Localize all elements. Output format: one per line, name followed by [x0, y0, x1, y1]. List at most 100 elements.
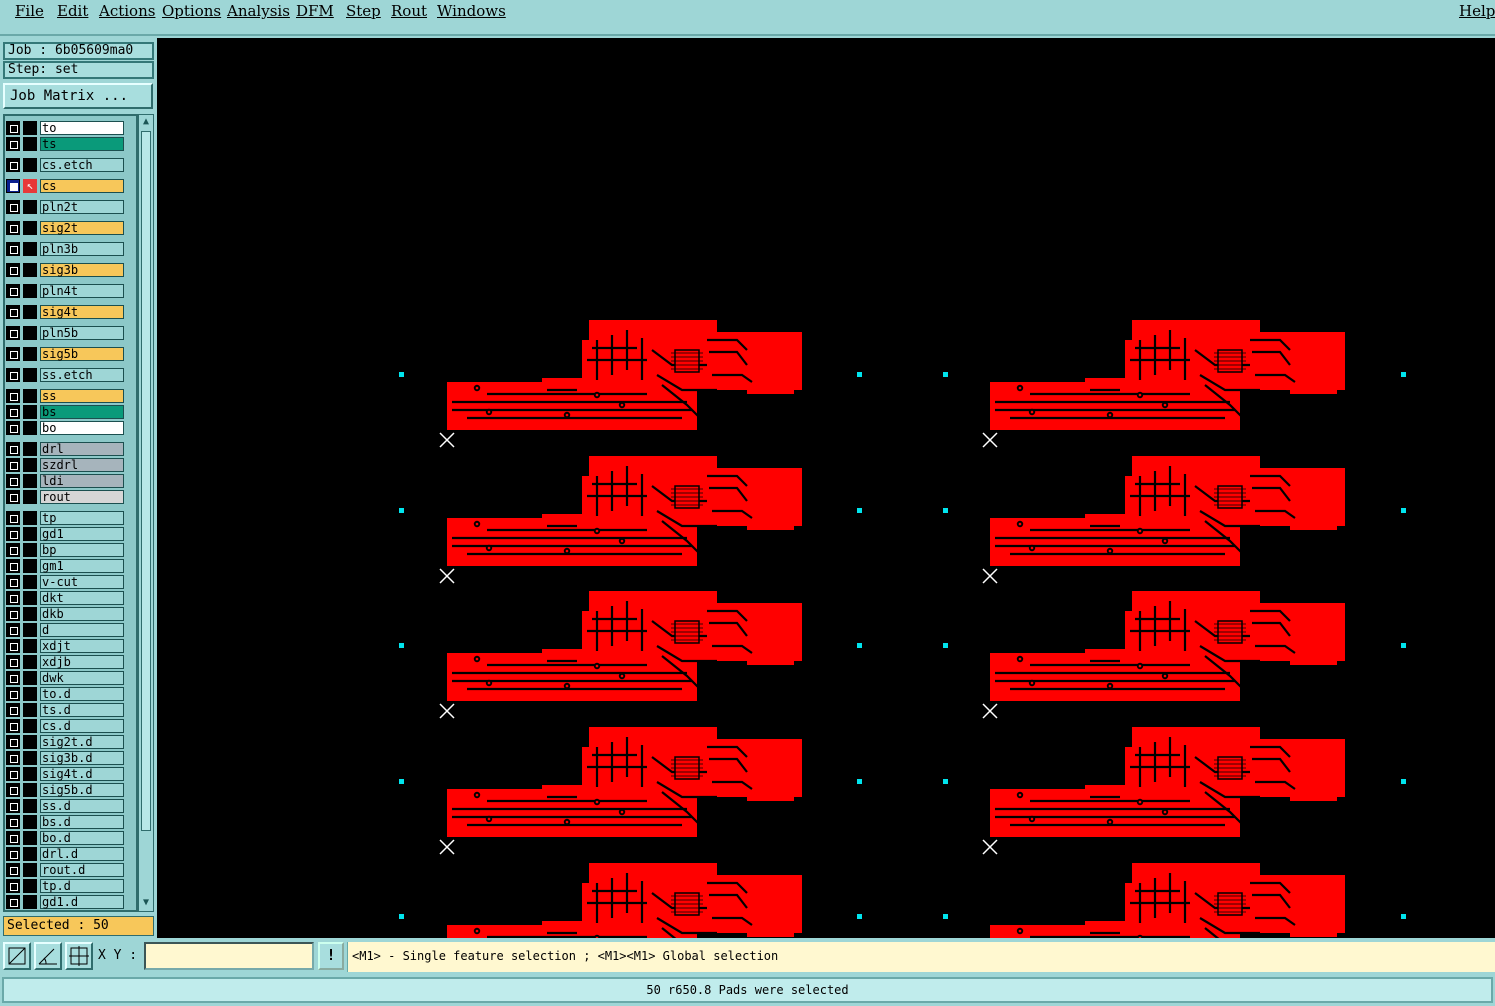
layer-row[interactable]: ss.d [5, 799, 124, 813]
layer-row[interactable]: drl [5, 442, 124, 456]
layer-name[interactable]: ts.d [40, 703, 124, 717]
grid-snap-button[interactable] [65, 942, 93, 970]
layer-checkbox[interactable] [6, 655, 20, 669]
layer-name[interactable]: to.d [40, 687, 124, 701]
layer-checkbox[interactable] [6, 815, 20, 829]
affected-toggle[interactable] [23, 474, 37, 488]
scrollbar-thumb[interactable] [141, 131, 151, 831]
affected-toggle[interactable] [23, 639, 37, 653]
layer-name[interactable]: pln4t [40, 284, 124, 298]
layer-name[interactable]: sig5b [40, 347, 124, 361]
layer-name[interactable]: rout [40, 490, 124, 504]
layer-checkbox[interactable] [6, 527, 20, 541]
layer-checkbox[interactable] [6, 490, 20, 504]
layer-name[interactable]: sig2t.d [40, 735, 124, 749]
layer-row[interactable]: ss [5, 389, 124, 403]
affected-toggle[interactable] [23, 389, 37, 403]
layer-row[interactable]: bs [5, 405, 124, 419]
affected-toggle[interactable] [23, 831, 37, 845]
layer-checkbox[interactable] [6, 735, 20, 749]
layer-row[interactable]: bs.d [5, 815, 124, 829]
layer-checkbox[interactable] [6, 751, 20, 765]
affected-toggle[interactable] [23, 719, 37, 733]
layer-name[interactable]: v-cut [40, 575, 124, 589]
layer-name[interactable]: dkt [40, 591, 124, 605]
layer-name[interactable]: gd1 [40, 527, 124, 541]
layer-checkbox[interactable] [6, 639, 20, 653]
layer-name[interactable]: dwk [40, 671, 124, 685]
layer-row[interactable]: gm1 [5, 559, 124, 573]
layer-row[interactable]: pln5b [5, 326, 124, 340]
layer-checkbox[interactable] [6, 158, 20, 172]
menu-file[interactable]: File [15, 2, 44, 20]
affected-toggle[interactable] [23, 242, 37, 256]
layer-name[interactable]: ss.etch [40, 368, 124, 382]
layer-checkbox[interactable] [6, 543, 20, 557]
affected-toggle[interactable] [23, 767, 37, 781]
affected-toggle[interactable] [23, 527, 37, 541]
layer-checkbox[interactable] [6, 799, 20, 813]
measure-button[interactable] [34, 942, 62, 970]
layer-checkbox[interactable] [6, 242, 20, 256]
layer-row[interactable]: sig4t.d [5, 767, 124, 781]
work-layer-arrow-icon[interactable]: ↖ [23, 179, 37, 193]
layer-row[interactable]: ↖ cs [5, 179, 124, 193]
affected-toggle[interactable] [23, 783, 37, 797]
layer-row[interactable]: rout [5, 490, 124, 504]
layer-name[interactable]: bo.d [40, 831, 124, 845]
menu-analysis[interactable]: Analysis [227, 2, 290, 20]
layer-name[interactable]: bs [40, 405, 124, 419]
layer-checkbox[interactable] [6, 559, 20, 573]
layer-row[interactable]: drl.d [5, 847, 124, 861]
layer-row[interactable]: ldi [5, 474, 124, 488]
affected-toggle[interactable] [23, 368, 37, 382]
zoom-fit-button[interactable] [3, 942, 31, 970]
graphics-canvas[interactable] [157, 38, 1495, 938]
layer-row[interactable]: sig2t [5, 221, 124, 235]
layer-row[interactable]: to [5, 121, 124, 135]
layer-checkbox[interactable] [6, 179, 20, 193]
layer-checkbox[interactable] [6, 442, 20, 456]
menu-edit[interactable]: Edit [57, 2, 88, 20]
layer-row[interactable]: szdrl [5, 458, 124, 472]
layer-name[interactable]: d [40, 623, 124, 637]
affected-toggle[interactable] [23, 421, 37, 435]
layer-name[interactable]: ldi [40, 474, 124, 488]
layer-checkbox[interactable] [6, 405, 20, 419]
affected-toggle[interactable] [23, 458, 37, 472]
layer-row[interactable]: xdjb [5, 655, 124, 669]
layer-checkbox[interactable] [6, 671, 20, 685]
layer-name[interactable]: sig4t.d [40, 767, 124, 781]
layer-row[interactable]: sig3b.d [5, 751, 124, 765]
affected-toggle[interactable] [23, 703, 37, 717]
layer-checkbox[interactable] [6, 511, 20, 525]
layer-name[interactable]: sig4t [40, 305, 124, 319]
layer-name[interactable]: drl [40, 442, 124, 456]
layer-checkbox[interactable] [6, 783, 20, 797]
layer-checkbox[interactable] [6, 458, 20, 472]
layer-checkbox[interactable] [6, 121, 20, 135]
layer-row[interactable]: tp.d [5, 879, 124, 893]
affected-toggle[interactable] [23, 623, 37, 637]
layer-checkbox[interactable] [6, 719, 20, 733]
layer-name[interactable]: sig3b [40, 263, 124, 277]
layer-row[interactable]: to.d [5, 687, 124, 701]
layer-row[interactable]: tp [5, 511, 124, 525]
layer-row[interactable]: gd1 [5, 527, 124, 541]
layer-row[interactable]: ts.d [5, 703, 124, 717]
layer-name[interactable]: cs.d [40, 719, 124, 733]
affected-toggle[interactable] [23, 591, 37, 605]
layer-checkbox[interactable] [6, 347, 20, 361]
affected-toggle[interactable] [23, 137, 37, 151]
affected-toggle[interactable] [23, 671, 37, 685]
affected-toggle[interactable] [23, 879, 37, 893]
layer-checkbox[interactable] [6, 767, 20, 781]
layer-checkbox[interactable] [6, 591, 20, 605]
layer-checkbox[interactable] [6, 863, 20, 877]
layer-name[interactable]: szdrl [40, 458, 124, 472]
layer-row[interactable]: ss.etch [5, 368, 124, 382]
layer-row[interactable]: bo [5, 421, 124, 435]
affected-toggle[interactable] [23, 200, 37, 214]
affected-toggle[interactable] [23, 305, 37, 319]
affected-toggle[interactable] [23, 607, 37, 621]
